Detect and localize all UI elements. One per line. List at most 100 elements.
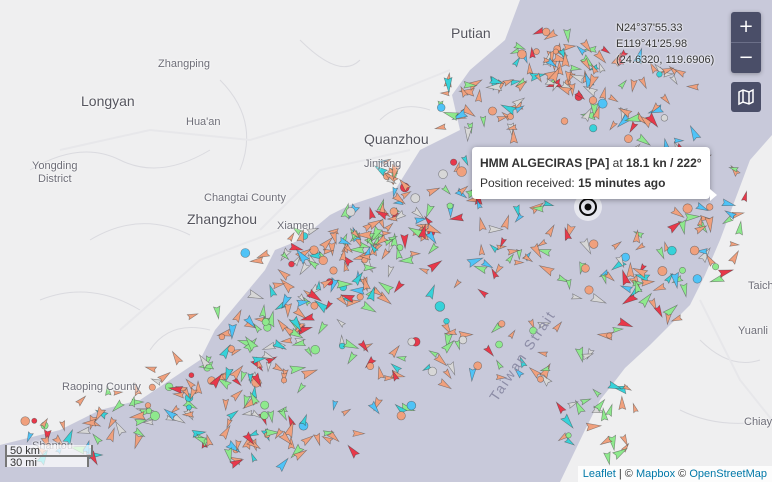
vessel-marker[interactable] bbox=[721, 198, 737, 209]
vessel-marker[interactable] bbox=[589, 124, 598, 133]
vessel-map[interactable]: Putian Zhangping Longyan Hua'an Quanzhou Jinj… bbox=[0, 0, 772, 482]
vessel-marker[interactable] bbox=[507, 329, 517, 340]
vessel-marker[interactable] bbox=[495, 340, 503, 349]
vessel-marker[interactable] bbox=[261, 341, 277, 352]
vessel-marker[interactable] bbox=[600, 45, 611, 55]
vessel-marker[interactable] bbox=[275, 456, 291, 473]
vessel-marker[interactable] bbox=[537, 320, 551, 329]
vessel-marker[interactable] bbox=[286, 231, 296, 243]
vessel-marker[interactable] bbox=[105, 383, 112, 396]
vessel-marker[interactable] bbox=[241, 409, 254, 416]
vessel-marker[interactable] bbox=[291, 225, 303, 236]
vessel-marker[interactable] bbox=[619, 283, 633, 294]
vessel-marker[interactable] bbox=[309, 245, 319, 255]
vessel-marker[interactable] bbox=[607, 93, 619, 104]
vessel-marker[interactable] bbox=[327, 228, 339, 235]
vessel-marker[interactable] bbox=[505, 253, 515, 264]
vessel-marker[interactable] bbox=[599, 86, 608, 100]
vessel-marker[interactable] bbox=[589, 292, 608, 307]
vessel-marker[interactable] bbox=[669, 74, 679, 86]
vessel-marker[interactable] bbox=[442, 109, 460, 121]
vessel-marker[interactable] bbox=[679, 282, 689, 298]
vessel-marker[interactable] bbox=[565, 278, 572, 291]
vessel-marker[interactable] bbox=[345, 351, 358, 365]
vessel-marker[interactable] bbox=[345, 443, 361, 459]
vessel-marker[interactable] bbox=[552, 320, 564, 333]
vessel-marker[interactable] bbox=[249, 256, 264, 265]
vessel-marker[interactable] bbox=[560, 413, 576, 430]
vessel-marker[interactable] bbox=[652, 282, 667, 293]
vessel-marker[interactable] bbox=[59, 420, 67, 432]
map-layers-button[interactable] bbox=[731, 82, 761, 112]
vessel-marker[interactable] bbox=[717, 266, 735, 279]
vessel-marker[interactable] bbox=[25, 431, 34, 443]
vessel-marker[interactable] bbox=[342, 338, 360, 352]
vessel-marker[interactable] bbox=[336, 318, 347, 328]
vessel-marker[interactable] bbox=[689, 245, 700, 256]
vessel-marker[interactable] bbox=[473, 361, 483, 371]
vessel-marker[interactable] bbox=[260, 400, 270, 410]
vessel-marker[interactable] bbox=[261, 317, 270, 326]
vessel-marker[interactable] bbox=[591, 388, 602, 398]
vessel-marker[interactable] bbox=[560, 117, 569, 125]
vessel-marker[interactable] bbox=[513, 259, 525, 266]
vessel-marker[interactable] bbox=[260, 411, 269, 420]
vessel-marker[interactable] bbox=[385, 264, 395, 278]
vessel-marker[interactable] bbox=[383, 221, 394, 233]
vessel-marker[interactable] bbox=[381, 230, 392, 237]
vessel-marker[interactable] bbox=[218, 333, 226, 340]
vessel-marker[interactable] bbox=[450, 158, 458, 166]
vessel-marker[interactable] bbox=[452, 278, 462, 289]
vessel-marker[interactable] bbox=[132, 382, 143, 397]
openstreetmap-link[interactable]: OpenStreetMap bbox=[689, 468, 767, 480]
vessel-marker[interactable] bbox=[352, 429, 366, 437]
vessel-marker[interactable] bbox=[665, 313, 672, 326]
vessel-marker[interactable] bbox=[20, 416, 30, 426]
vessel-marker[interactable] bbox=[729, 241, 741, 248]
vessel-marker[interactable] bbox=[464, 126, 473, 143]
vessel-marker[interactable] bbox=[529, 326, 538, 335]
vessel-marker[interactable] bbox=[629, 78, 638, 93]
vessel-marker[interactable] bbox=[406, 400, 417, 411]
vessel-marker[interactable] bbox=[316, 321, 329, 336]
vessel-marker[interactable] bbox=[634, 242, 646, 252]
vessel-marker[interactable] bbox=[495, 374, 508, 381]
vessel-marker[interactable] bbox=[331, 399, 339, 412]
vessel-marker[interactable] bbox=[376, 365, 386, 380]
vessel-marker[interactable] bbox=[692, 274, 702, 284]
vessel-marker[interactable] bbox=[186, 404, 192, 411]
vessel-marker[interactable] bbox=[631, 402, 639, 414]
zoom-out-button[interactable]: − bbox=[731, 42, 761, 73]
vessel-marker[interactable] bbox=[423, 215, 434, 226]
vessel-marker[interactable] bbox=[500, 214, 512, 230]
vessel-marker[interactable] bbox=[426, 258, 444, 273]
vessel-marker[interactable] bbox=[605, 403, 615, 418]
vessel-marker[interactable] bbox=[310, 301, 319, 310]
vessel-marker[interactable] bbox=[659, 93, 672, 106]
vessel-marker[interactable] bbox=[458, 335, 468, 345]
vessel-marker[interactable] bbox=[538, 262, 555, 277]
vessel-marker[interactable] bbox=[528, 365, 542, 379]
vessel-marker[interactable] bbox=[667, 245, 677, 256]
vessel-marker[interactable] bbox=[188, 372, 195, 379]
vessel-marker[interactable] bbox=[230, 388, 245, 402]
vessel-marker[interactable] bbox=[329, 266, 338, 275]
vessel-marker[interactable] bbox=[611, 240, 623, 251]
vessel-marker[interactable] bbox=[150, 410, 160, 421]
vessel-marker[interactable] bbox=[533, 48, 540, 55]
vessel-marker[interactable] bbox=[687, 124, 702, 142]
vessel-marker[interactable] bbox=[612, 326, 625, 334]
vessel-marker[interactable] bbox=[212, 305, 221, 320]
vessel-marker[interactable] bbox=[360, 300, 378, 315]
vessel-marker[interactable] bbox=[297, 261, 311, 276]
vessel-marker[interactable] bbox=[682, 203, 693, 214]
vessel-marker[interactable] bbox=[456, 166, 467, 177]
vessel-marker[interactable] bbox=[75, 394, 88, 407]
zoom-in-button[interactable]: + bbox=[731, 12, 761, 42]
vessel-marker[interactable] bbox=[380, 247, 391, 261]
vessel-marker[interactable] bbox=[579, 396, 592, 406]
vessel-marker[interactable] bbox=[110, 399, 125, 414]
vessel-marker[interactable] bbox=[488, 243, 500, 254]
vessel-marker[interactable] bbox=[388, 344, 402, 359]
vessel-marker[interactable] bbox=[240, 248, 251, 258]
